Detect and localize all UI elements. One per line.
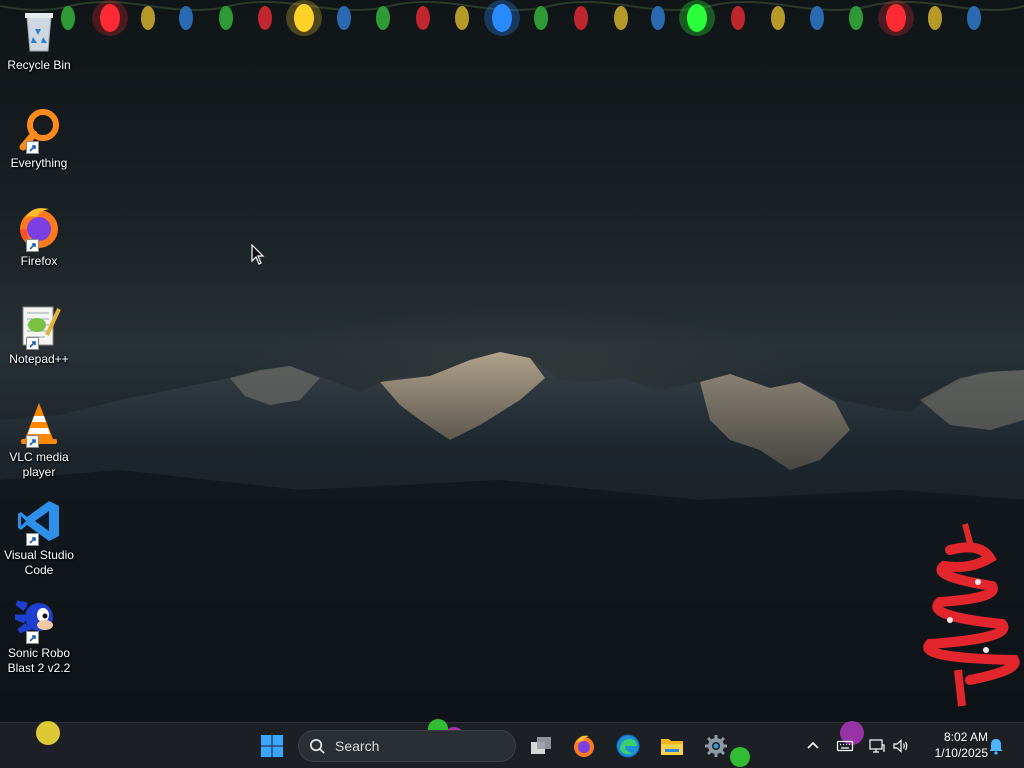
task-view-button[interactable] [522, 729, 560, 763]
edge-icon [616, 734, 640, 758]
taskbar-search-box[interactable]: Search [298, 730, 516, 762]
shortcut-arrow-icon [26, 239, 39, 252]
desktop-icon-sonic-robo-blast[interactable]: Sonic Robo Blast 2 v2.2 [2, 594, 76, 676]
notifications-button[interactable] [986, 736, 1006, 756]
desktop-icon-vlc[interactable]: VLC media player [2, 398, 76, 480]
notification-bell-icon [989, 739, 1003, 755]
taskbar-settings-button[interactable] [697, 729, 735, 763]
desktop-icon-everything[interactable]: Everything [2, 104, 76, 171]
snow-light-effect [36, 721, 60, 745]
ribbon-christmas-tree-decoration [923, 523, 1020, 707]
search-placeholder: Search [335, 738, 380, 754]
network-button[interactable] [867, 736, 887, 756]
task-view-icon [531, 737, 551, 754]
christmas-lights-decoration [0, 0, 1024, 36]
desktop-icon-label: Visual Studio Code [4, 548, 74, 577]
taskbar-edge-button[interactable] [609, 729, 647, 763]
shortcut-arrow-icon [26, 631, 39, 644]
start-button[interactable] [253, 729, 291, 763]
recycle-bin-icon [14, 6, 64, 56]
shortcut-arrow-icon [26, 337, 39, 350]
desktop-icon-notepad-plus-plus[interactable]: Notepad++ [2, 300, 76, 367]
desktop-icon-firefox[interactable]: Firefox [2, 202, 76, 269]
mountain-landscape [0, 352, 1024, 722]
shortcut-arrow-icon [26, 533, 39, 546]
search-icon [310, 738, 325, 754]
clock-date: 1/10/2025 [934, 746, 988, 760]
taskbar-firefox-button[interactable] [565, 729, 603, 763]
mouse-pointer-icon [251, 244, 265, 265]
desktop-icon-label: Recycle Bin [7, 58, 71, 72]
vlc-cone-icon [14, 398, 64, 448]
input-indicator-button[interactable] [835, 736, 855, 756]
desktop-icon-label: VLC media player [9, 450, 69, 479]
taskbar-file-explorer-button[interactable] [653, 729, 691, 763]
desktop-icon-recycle-bin[interactable]: Recycle Bin [2, 6, 76, 73]
desktop-wallpaper[interactable]: Recycle Bin Everything Firefox Notepad++… [0, 0, 1024, 722]
vscode-icon [14, 496, 64, 546]
clock-time: 8:02 AM [943, 730, 988, 744]
firefox-icon [14, 202, 64, 252]
taskbar: Search 8:02 AM 1/10/2025 [0, 719, 1024, 768]
shortcut-arrow-icon [26, 141, 39, 154]
notepad-plus-plus-icon [14, 300, 64, 350]
volume-button[interactable] [891, 736, 911, 756]
desktop-icon-label: Everything [10, 156, 68, 170]
file-explorer-icon [661, 739, 683, 755]
chevron-up-icon [807, 741, 819, 749]
settings-gear-icon [705, 735, 727, 757]
everything-search-icon [14, 104, 64, 154]
desktop-icon-vscode[interactable]: Visual Studio Code [2, 496, 76, 578]
desktop-icon-label: Notepad++ [9, 352, 69, 366]
show-hidden-icons-button[interactable] [803, 736, 823, 756]
keyboard-icon [836, 740, 854, 752]
firefox-icon [574, 735, 594, 757]
sonic-icon [14, 594, 64, 644]
volume-icon [893, 739, 908, 753]
shortcut-arrow-icon [26, 435, 39, 448]
desktop-icon-label: Sonic Robo Blast 2 v2.2 [7, 646, 71, 675]
desktop-icon-label: Firefox [20, 254, 58, 268]
taskbar-clock[interactable]: 8:02 AM 1/10/2025 [918, 729, 988, 761]
network-icon [869, 739, 885, 753]
start-icon [261, 735, 283, 757]
